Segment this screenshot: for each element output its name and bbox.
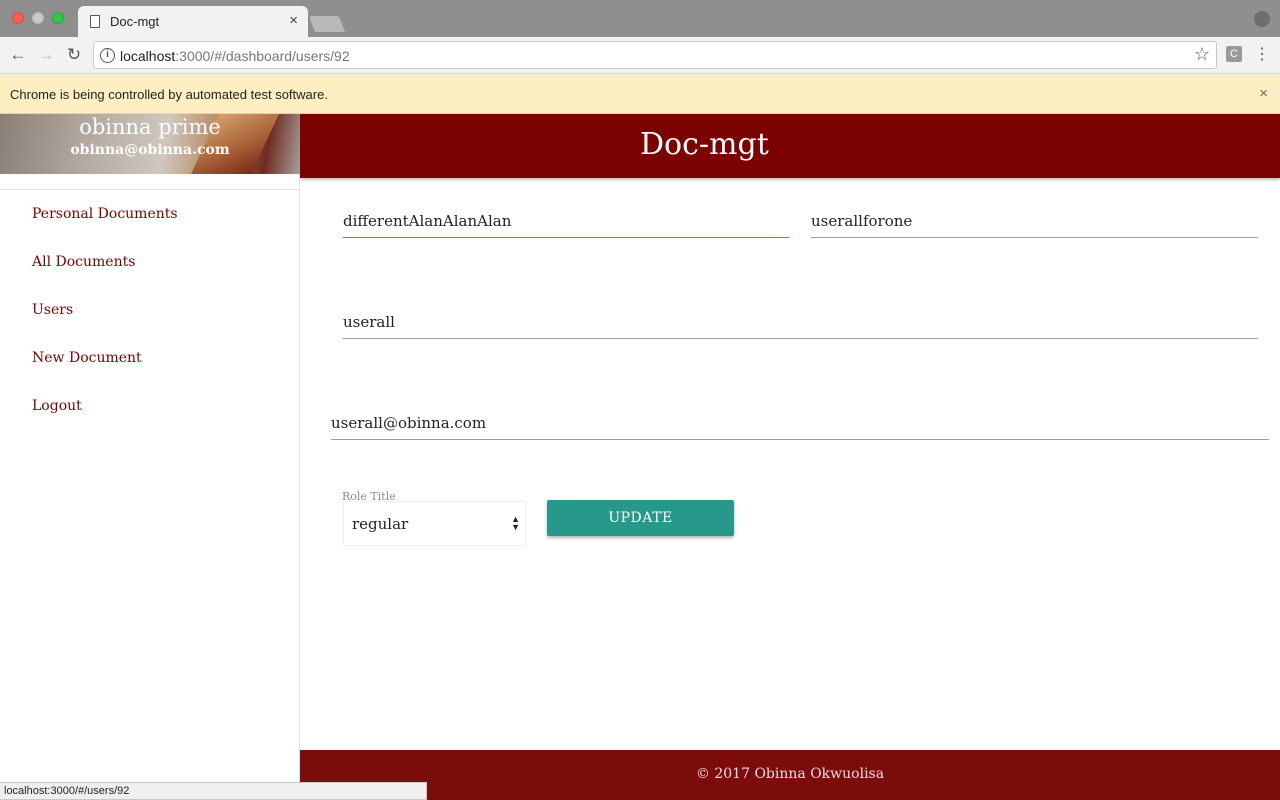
sidebar-divider — [0, 189, 300, 190]
close-window-button[interactable] — [12, 12, 24, 24]
automation-infobar: Chrome is being controlled by automated … — [0, 74, 1280, 114]
url-path: :3000/#/dashboard/users/92 — [175, 48, 350, 64]
status-url: localhost:3000/#/users/92 — [4, 785, 130, 797]
page-icon — [90, 15, 100, 28]
footer: © 2017 Obinna Okwuolisa — [300, 750, 1280, 800]
app-header: Doc-mgt — [300, 114, 1280, 178]
profile-icon[interactable] — [1254, 11, 1270, 27]
tab-title: Doc-mgt — [110, 14, 160, 29]
username-input[interactable] — [343, 299, 1258, 331]
reload-icon[interactable]: ↻ — [63, 45, 85, 65]
infobar-close-icon[interactable]: × — [1259, 85, 1268, 102]
browser-toolbar: ← → ↻ i localhost:3000/#/dashboard/users… — [0, 37, 1280, 74]
select-arrows-icon: ▲ ▼ — [511, 514, 520, 532]
tab-close-icon[interactable]: × — [289, 12, 298, 29]
url-host: localhost — [120, 48, 176, 64]
brand-title[interactable]: Doc-mgt — [640, 127, 769, 162]
address-bar[interactable]: i localhost:3000/#/dashboard/users/92 ☆ — [93, 41, 1217, 69]
user-card: obinna prime obinna@obinna.com — [0, 114, 300, 174]
role-select[interactable]: regular ▲ ▼ — [343, 501, 526, 546]
last-name-field — [811, 198, 1258, 238]
update-button[interactable]: UPDATE — [547, 500, 734, 536]
sidebar-item-personal-documents[interactable]: Personal Documents — [32, 206, 178, 222]
new-tab-button[interactable] — [309, 16, 345, 32]
email-input[interactable] — [331, 400, 1269, 432]
user-email: obinna@obinna.com — [70, 142, 230, 158]
forward-arrow-icon[interactable]: → — [35, 45, 57, 65]
maximize-window-button[interactable] — [52, 12, 64, 24]
sidebar-item-all-documents[interactable]: All Documents — [32, 254, 135, 270]
infobar-text: Chrome is being controlled by automated … — [10, 87, 328, 102]
extension-icon[interactable]: C — [1226, 46, 1242, 62]
email-field — [331, 400, 1269, 440]
footer-copyright: © 2017 Obinna Okwuolisa — [695, 766, 885, 782]
sidebar-item-new-document[interactable]: New Document — [32, 350, 142, 366]
url-text[interactable]: localhost:3000/#/dashboard/users/92 — [120, 48, 350, 64]
first-name-input[interactable] — [343, 198, 789, 230]
sidebar-item-users[interactable]: Users — [32, 302, 73, 318]
info-icon[interactable]: i — [100, 48, 115, 63]
last-name-input[interactable] — [811, 198, 1258, 230]
first-name-field — [343, 198, 789, 238]
role-selected-value: regular — [352, 515, 409, 533]
user-name: obinna prime — [79, 115, 221, 139]
back-arrow-icon[interactable]: ← — [7, 45, 29, 65]
sidebar: obinna prime obinna@obinna.com Personal … — [0, 114, 300, 800]
kebab-menu-icon[interactable]: ⋮ — [1254, 44, 1270, 64]
minimize-window-button[interactable] — [32, 12, 44, 24]
bookmark-star-icon[interactable]: ☆ — [1194, 44, 1210, 65]
sidebar-item-logout[interactable]: Logout — [32, 398, 82, 414]
link-status-bar: localhost:3000/#/users/92 — [0, 782, 427, 800]
username-field — [343, 299, 1258, 339]
browser-tab[interactable]: Doc-mgt × — [78, 6, 308, 37]
browser-tabstrip: Doc-mgt × — [0, 0, 1280, 37]
